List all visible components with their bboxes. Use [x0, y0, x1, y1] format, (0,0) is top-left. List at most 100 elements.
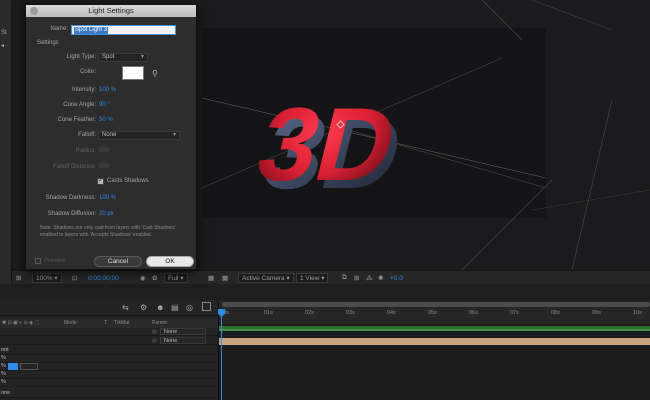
property-row[interactable]: % — [0, 379, 218, 387]
light-type-dropdown[interactable]: Spot ▾ — [98, 53, 148, 62]
light-settings-dialog: Light Settings Name: Spot Light 3 Settin… — [25, 4, 197, 270]
snapshot-icon[interactable]: ◉ — [140, 273, 146, 283]
shy-icon[interactable]: ☻ — [156, 303, 164, 312]
parent-dropdown[interactable]: None — [160, 328, 206, 335]
flowchart-icon[interactable]: ⁂ — [366, 273, 373, 283]
value-field[interactable] — [20, 363, 38, 370]
layer-track-bar[interactable] — [219, 338, 650, 345]
shadow-diffusion-label: Shadow Diffusion: — [47, 211, 96, 217]
intensity-value[interactable]: 100 % — [99, 87, 116, 93]
magnify-icon[interactable]: ⊞ — [16, 273, 21, 283]
cone-feather-label: Cone Feather: — [57, 117, 96, 123]
column-parent: Parent — [152, 320, 167, 326]
exposure-text: +0.0 — [390, 274, 403, 282]
color-icon[interactable]: ✿ — [152, 273, 157, 283]
color-swatch[interactable] — [122, 66, 144, 80]
exposure-value[interactable]: +0.0 — [390, 273, 403, 283]
panel-tab[interactable]: St — [1, 30, 11, 39]
property-label: one — [1, 390, 11, 396]
ruler-tick-label: 06s — [469, 310, 478, 316]
name-value: Spot Light 3 — [74, 27, 109, 34]
ruler-tick-label: 01s — [264, 310, 273, 316]
parent-dropdown[interactable]: None — [160, 337, 206, 344]
keyframe-toggle[interactable] — [8, 363, 18, 370]
region-icon[interactable]: ▦ — [208, 273, 214, 283]
radius-value: 500 — [99, 148, 110, 154]
shadow-diffusion-value[interactable]: 20 px — [99, 211, 114, 217]
property-row[interactable]: % — [0, 363, 218, 371]
transparency-icon[interactable]: ▩ — [222, 273, 228, 283]
light-type-label: Light Type: — [66, 54, 96, 60]
frame-blend-icon[interactable]: ▤ — [171, 303, 179, 312]
project-panel-strip: St ◂ — [0, 0, 12, 300]
name-input[interactable]: Spot Light 3 — [71, 25, 176, 35]
panel-tab[interactable]: ◂ — [1, 42, 11, 51]
property-label: % — [1, 363, 6, 369]
ruler-tick-label: 08s — [551, 310, 560, 316]
panel-divider — [0, 284, 650, 300]
shadow-note: Note: Shadows are only cast from layers … — [40, 225, 176, 238]
cone-feather-value[interactable]: 50 % — [99, 117, 113, 123]
shadow-darkness-label: Shadow Darkness: — [45, 195, 96, 201]
shadow-darkness-value[interactable]: 100 % — [99, 195, 116, 201]
property-row[interactable]: oot — [0, 347, 218, 355]
property-row[interactable]: % — [0, 371, 218, 379]
camera-value: Active Camera — [242, 274, 285, 282]
grid-icon[interactable]: ⊞ — [354, 273, 359, 283]
playhead-line[interactable] — [221, 309, 222, 400]
cancel-button[interactable]: Cancel — [94, 256, 142, 267]
ruler-tick-label: 09s — [592, 310, 601, 316]
timeline-toolbar: ⇆ ⚙ ☻ ▤ ◎ — [0, 300, 218, 316]
views-dropdown[interactable]: 1 View ▾ — [296, 273, 329, 283]
layer-row[interactable]: ◎ None — [0, 328, 218, 336]
column-trkmat: TrkMat — [114, 320, 130, 326]
dialog-titlebar[interactable]: Light Settings — [26, 5, 196, 17]
ruler-tick-label: 04s — [387, 310, 396, 316]
preview-label[interactable]: Preview — [44, 258, 65, 264]
toggle-icon[interactable]: ⧉ — [342, 273, 347, 283]
falloff-label: Falloff: — [78, 132, 96, 138]
fit-icon[interactable]: ⊡ — [72, 273, 77, 283]
timecode[interactable]: 0;00;00;00 — [88, 273, 119, 283]
chevron-down-icon: ▾ — [172, 132, 176, 138]
close-icon[interactable] — [30, 7, 38, 15]
property-label: oot — [1, 347, 9, 353]
draft-3d-icon[interactable]: ⚙ — [140, 303, 147, 312]
zoom-dropdown[interactable]: 100% ▾ — [32, 273, 62, 283]
falloff-distance-value: 500 — [99, 164, 110, 170]
switches-icon[interactable]: ⇆ — [122, 303, 129, 312]
zoom-value: 100% — [36, 274, 53, 282]
preview-checkbox[interactable] — [35, 258, 41, 264]
falloff-distance-label: Falloff Distance: — [53, 164, 96, 170]
color-label: Color: — [79, 69, 96, 75]
light-type-value: Spot — [102, 54, 115, 60]
property-row[interactable]: % — [0, 355, 218, 363]
casts-shadows-checkbox[interactable]: ✓ — [97, 178, 104, 185]
cone-angle-value[interactable]: 90 ° — [99, 102, 110, 108]
property-label: % — [1, 355, 6, 361]
work-area-bar[interactable] — [222, 302, 650, 307]
ok-button[interactable]: OK — [146, 256, 194, 267]
exposure-icon[interactable]: ✺ — [378, 273, 383, 283]
column-mode: Mode — [64, 320, 77, 326]
resolution-dropdown[interactable]: Full ▾ — [164, 273, 188, 283]
dialog-title: Light Settings — [88, 6, 134, 15]
graph-editor-icon[interactable] — [202, 302, 211, 311]
layer-row[interactable]: ◎ None — [0, 337, 218, 345]
eyedropper-icon[interactable]: ⚲ — [152, 69, 158, 78]
falloff-dropdown[interactable]: None ▾ — [98, 131, 180, 140]
casts-shadows-label[interactable]: Casts Shadows — [107, 178, 149, 184]
property-label: % — [1, 371, 6, 377]
pickwhip-icon[interactable]: ◎ — [152, 329, 157, 335]
chevron-down-icon: ▾ — [140, 54, 144, 60]
pickwhip-icon[interactable]: ◎ — [152, 338, 157, 344]
camera-dropdown[interactable]: Active Camera ▾ — [238, 273, 294, 283]
property-row[interactable]: one — [0, 390, 218, 398]
composition-viewer[interactable]: 3D 3D — [202, 28, 546, 218]
settings-section-label: Settings — [37, 40, 59, 46]
switch-icons: ✱ ⊡ ▣ ◐ ⊙ ◈ ⬚ — [2, 320, 40, 326]
layer-track-bar[interactable] — [219, 329, 650, 331]
ruler-tick-label: 03s — [346, 310, 355, 316]
name-label: Name: — [50, 26, 68, 32]
motion-blur-icon[interactable]: ◎ — [186, 303, 193, 312]
